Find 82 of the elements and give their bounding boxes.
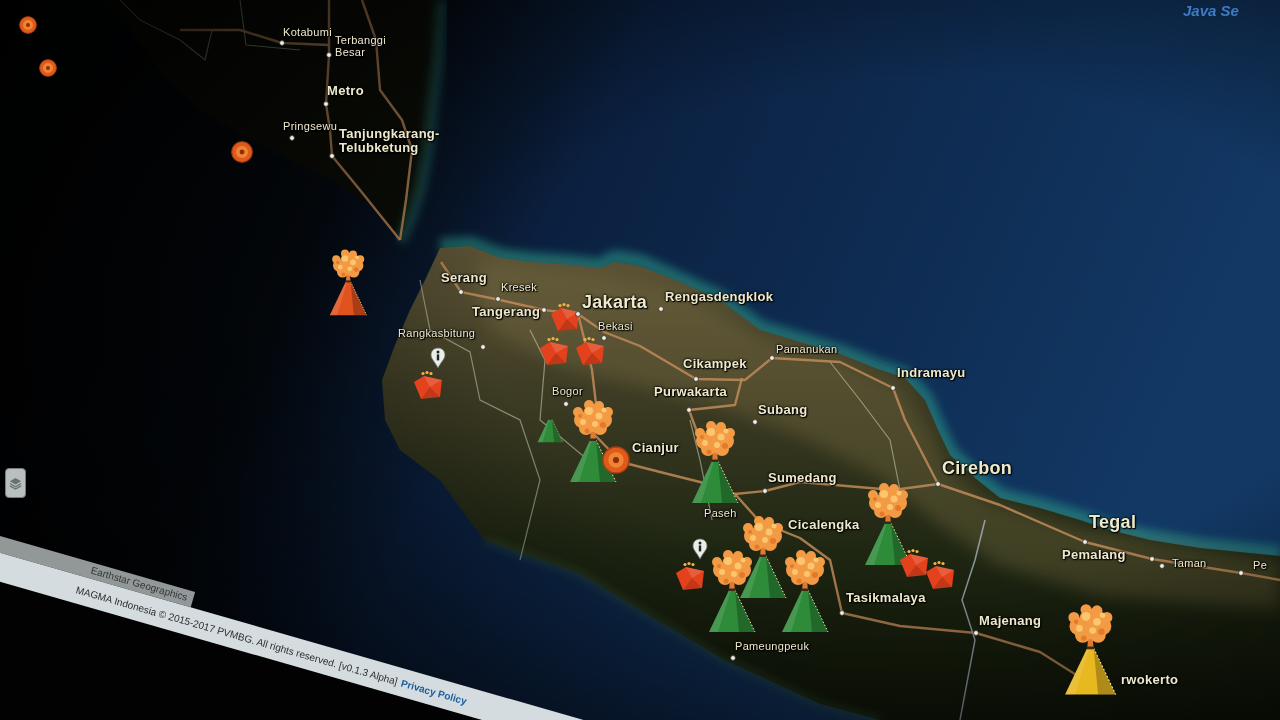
erupting-volcano-icon[interactable] [739,514,787,598]
place-dot-icon [730,655,736,661]
place-dot-icon [480,344,486,350]
place-label: Purwakarta [654,385,728,400]
place-label: Subang [758,403,808,418]
place-dot-icon [890,385,896,391]
place-dot-icon [495,296,501,302]
place-label: Pemalang [1062,548,1126,563]
place-dot-icon [973,630,979,636]
place-label: Rengasdengklok [665,290,774,305]
place-dot-icon [323,101,329,107]
info-pin-icon[interactable] [430,347,446,369]
place-dot-icon [279,40,285,46]
place-label: Metro [327,84,364,99]
place-label: Cirebon [942,459,1013,479]
layers-icon [9,476,22,490]
place-label: Tanjungkarang-Telubketung [339,127,440,156]
place-dot-icon [575,311,581,317]
place-dot-icon [601,335,607,341]
place-label: Rangkasbitung [398,327,476,340]
place-label: Pameungpeuk [735,640,810,653]
place-label: Pringsewu [283,120,338,133]
erupting-volcano-icon[interactable] [781,548,829,632]
sea-label: Java Se [1183,2,1239,19]
pentagon-marker-icon[interactable] [898,548,930,578]
place-dot-icon [1159,563,1165,569]
place-label: Kresek [501,281,538,294]
circle-marker-icon[interactable] [231,141,253,163]
erupting-volcano-icon[interactable] [328,247,368,315]
place-dot-icon [1149,556,1155,562]
circle-marker-icon[interactable] [19,16,37,34]
place-dot-icon [752,419,758,425]
place-dot-icon [326,52,332,58]
volcano-icon[interactable] [536,417,564,442]
place-dot-icon [769,355,775,361]
layers-button[interactable] [5,468,26,498]
place-dot-icon [1238,570,1244,576]
info-pin-icon[interactable] [692,538,708,560]
place-label: Paseh [704,507,737,520]
place-dot-icon [541,307,547,313]
place-label: Bogor [552,385,583,398]
place-label: Jakarta [582,293,648,313]
erupting-volcano-icon[interactable] [1063,601,1117,694]
place-dot-icon [658,306,664,312]
place-dot-icon [935,481,941,487]
place-dot-icon [686,407,692,413]
place-label: Pe [1253,559,1268,572]
place-dot-icon [693,376,699,382]
pentagon-marker-icon[interactable] [574,336,606,366]
place-label: Sumedang [768,471,837,486]
place-dot-icon [563,401,569,407]
place-label: rwokerto [1121,673,1179,688]
place-label: Bekasi [598,320,633,333]
place-dot-icon [329,153,335,159]
place-label: Tegal [1089,513,1137,533]
erupting-volcano-icon[interactable] [708,548,756,632]
place-label: Taman [1172,557,1207,570]
place-dot-icon [762,488,768,494]
place-dot-icon [458,289,464,295]
place-label: Indramayu [897,366,966,381]
place-dot-icon [1082,539,1088,545]
place-label: Majenang [979,614,1042,629]
privacy-policy-link[interactable]: Privacy Policy [399,677,469,707]
erupting-volcano-icon[interactable] [691,419,739,503]
place-label: Terbanggi Besar [335,34,386,59]
place-label: Serang [441,271,487,286]
pentagon-marker-icon[interactable] [549,302,581,332]
place-label: Tangerang [472,305,541,320]
place-label: Tasikmalaya [846,591,926,606]
pentagon-marker-icon[interactable] [674,561,706,591]
place-dot-icon [839,610,845,616]
pentagon-marker-icon[interactable] [924,560,956,590]
place-label: Cianjur [632,441,679,456]
pentagon-marker-icon[interactable] [538,336,570,366]
place-dot-icon [289,135,295,141]
place-label: Cicalengka [788,518,860,533]
place-label: Pamanukan [776,343,838,356]
pentagon-marker-icon[interactable] [412,370,444,400]
place-label: Kotabumi [283,26,332,39]
circle-marker-icon[interactable] [39,59,57,77]
place-label: Cikampek [683,357,747,372]
circle-marker-icon[interactable] [602,446,630,474]
